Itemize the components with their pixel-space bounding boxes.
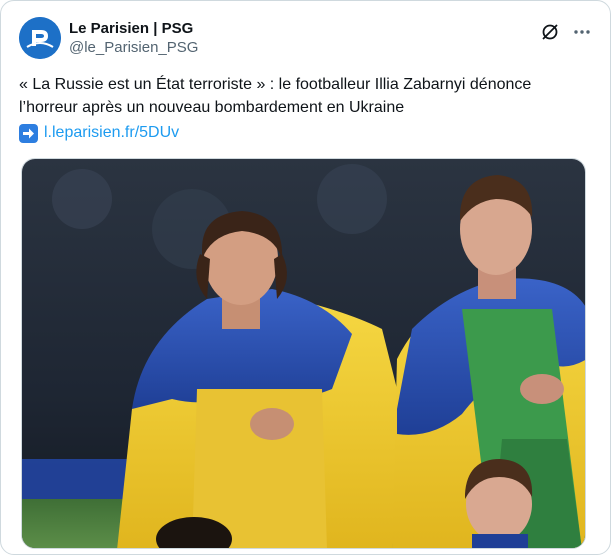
grok-icon[interactable]	[540, 22, 560, 42]
avatar[interactable]	[19, 17, 61, 59]
right-arrow-emoji-icon	[19, 123, 38, 143]
photo-players-with-ukraine-flags	[22, 159, 585, 548]
post-link-line: l.leparisien.fr/5DUv	[19, 122, 179, 144]
le-parisien-logo-icon	[19, 17, 61, 59]
post-link[interactable]: l.leparisien.fr/5DUv	[44, 124, 179, 142]
post-card[interactable]: Le Parisien | PSG @le_Parisien_PSG « La …	[0, 0, 611, 555]
post-text: « La Russie est un État terroriste » : l…	[19, 76, 532, 116]
more-icon[interactable]	[572, 22, 592, 42]
account-names: Le Parisien | PSG @le_Parisien_PSG	[69, 19, 198, 58]
post-image[interactable]	[21, 158, 586, 549]
display-name[interactable]: Le Parisien | PSG	[69, 19, 198, 38]
post-header: Le Parisien | PSG @le_Parisien_PSG	[19, 17, 594, 61]
account-handle[interactable]: @le_Parisien_PSG	[69, 38, 198, 58]
